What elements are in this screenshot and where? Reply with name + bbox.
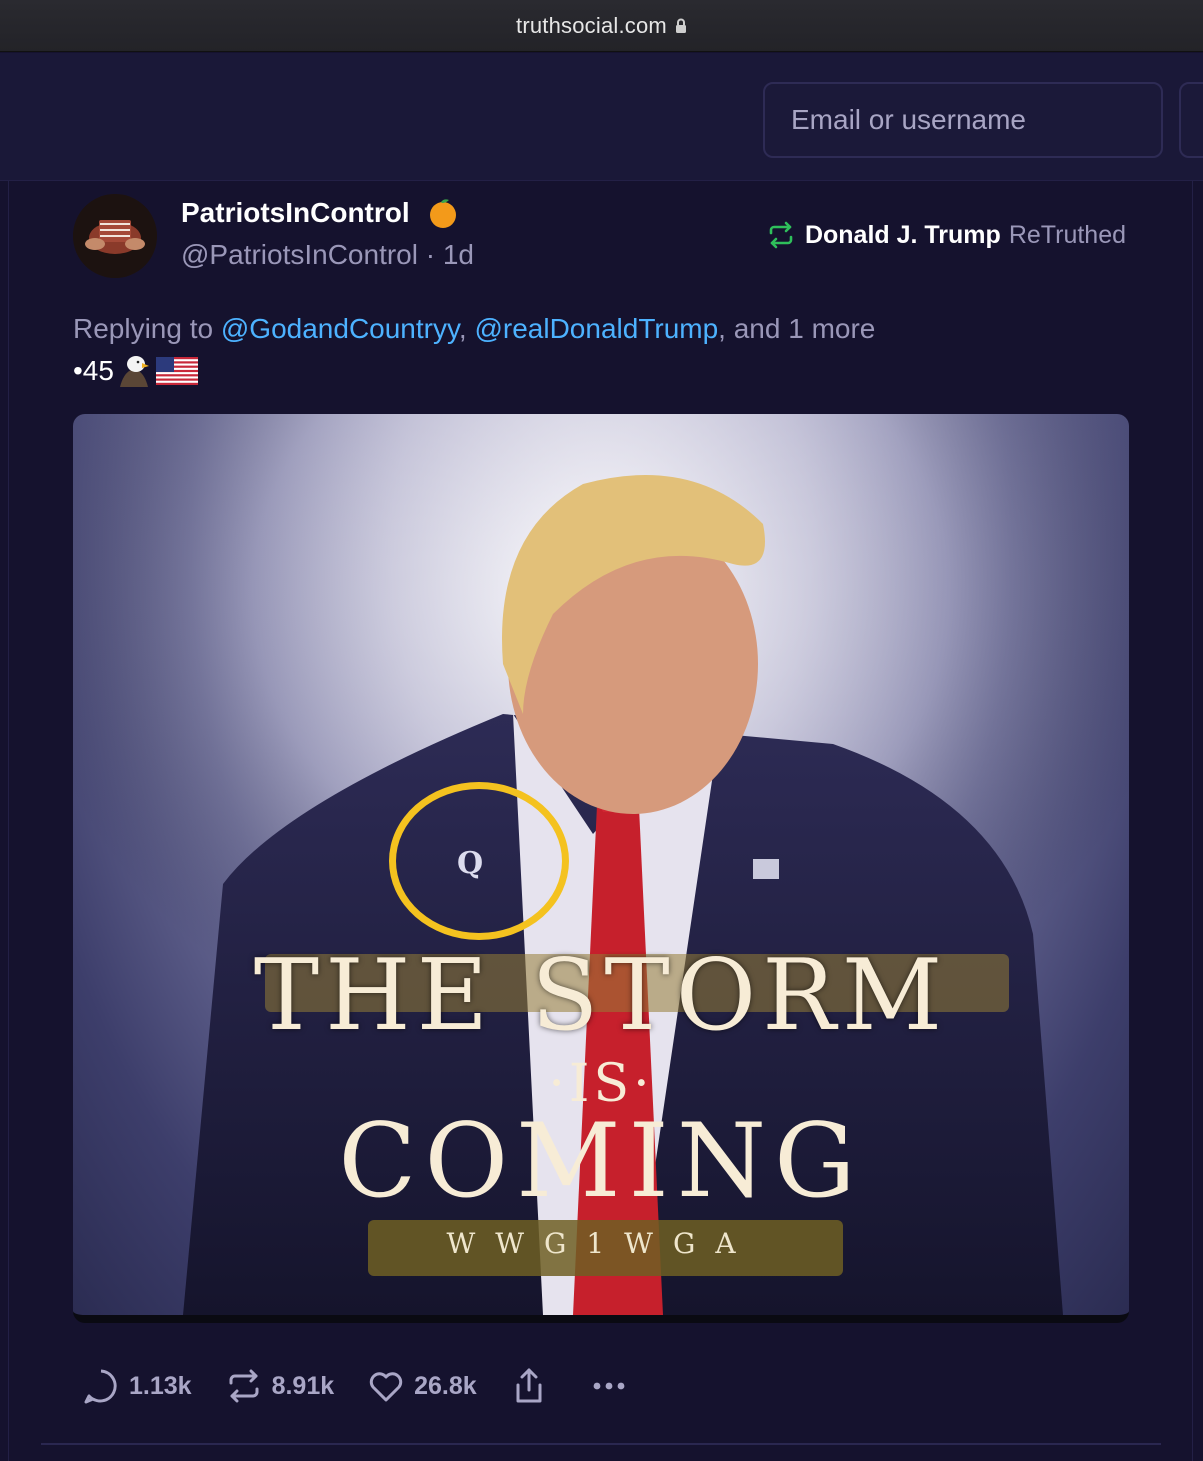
upload-icon	[516, 1368, 542, 1403]
reply-count: 1.13k	[129, 1371, 192, 1400]
more-button[interactable]	[589, 1366, 637, 1406]
password-input[interactable]	[1179, 82, 1203, 158]
email-or-username-input[interactable]	[763, 82, 1163, 158]
us-flag-icon	[155, 357, 198, 385]
lock-icon	[675, 18, 686, 33]
post-body-text: •45	[73, 353, 198, 389]
like-button[interactable]: 26.8k	[366, 1366, 477, 1406]
mention-link-godandcountryy[interactable]: @GodandCountryy	[221, 313, 459, 344]
url-text[interactable]: truthsocial.com	[516, 13, 667, 39]
reply-separator: ,	[458, 313, 475, 344]
avatar[interactable]	[73, 194, 157, 278]
replying-prefix: Replying to	[73, 313, 221, 344]
post-divider	[41, 1443, 1161, 1445]
site-header	[0, 53, 1203, 181]
post-text: •45	[73, 355, 114, 386]
more-icon	[593, 1382, 625, 1390]
highlight-circle	[389, 782, 569, 940]
post-image[interactable]: Q THE STORM ·IS· COMING WWG1WGA	[73, 414, 1129, 1323]
image-title-line3: COMING	[338, 1102, 864, 1221]
author-handle[interactable]: @PatriotsInControl · 1d	[181, 239, 474, 271]
retruth-icon	[769, 221, 793, 249]
retruth-user-name[interactable]: Donald J. Trump	[805, 221, 1001, 250]
reply-icon	[84, 1369, 117, 1404]
like-count: 26.8k	[414, 1371, 477, 1400]
author-name[interactable]: PatriotsInControl	[181, 197, 410, 229]
avatar-image	[73, 194, 157, 278]
image-subtitle: WWG1WGA	[446, 1227, 756, 1260]
reply-button[interactable]: 1.13k	[81, 1366, 192, 1406]
post-actions: 1.13k 8.91k 26.8k	[81, 1366, 669, 1406]
upload-button[interactable]	[509, 1366, 557, 1406]
like-icon	[369, 1372, 403, 1402]
eagle-icon	[119, 356, 149, 387]
mention-link-realdonaldtrump[interactable]: @realDonaldTrump	[474, 313, 718, 344]
browser-url-bar[interactable]: truthsocial.com	[0, 0, 1203, 52]
post-card[interactable]: PatriotsInControl @PatriotsInControl · 1…	[8, 181, 1193, 1461]
retruth-button[interactable]: 8.91k	[224, 1366, 335, 1406]
retruth-label: ReTruthed	[1008, 220, 1126, 249]
image-title-line1: THE STORM	[253, 939, 949, 1053]
reply-more[interactable]: , and 1 more	[718, 313, 875, 344]
retruth-count: 8.91k	[271, 1371, 335, 1400]
share-icon	[229, 1369, 259, 1403]
retruth-indicator[interactable]: Donald J. Trump ReTruthed	[765, 219, 1126, 251]
orange-badge-icon	[430, 199, 456, 228]
replying-to: Replying to @GodandCountryy, @realDonald…	[73, 313, 875, 345]
